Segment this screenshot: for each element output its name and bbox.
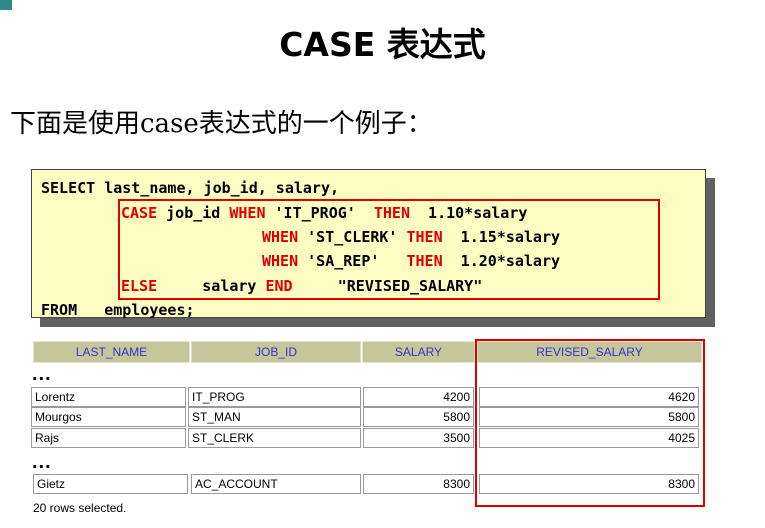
code-line-from: FROM employees; bbox=[41, 300, 195, 320]
header-salary: SALARY bbox=[362, 341, 475, 363]
from-clause: FROM employees; bbox=[41, 301, 195, 319]
slide-subtitle: 下面是使用case表达式的一个例子： bbox=[10, 109, 433, 139]
case-highlight-frame bbox=[118, 199, 660, 300]
header-job-id: JOB_ID bbox=[191, 341, 361, 363]
ellipsis-top: ... bbox=[32, 363, 52, 385]
cell-last-name: Mourgos bbox=[31, 407, 186, 427]
revised-salary-highlight-frame bbox=[475, 339, 705, 507]
code-line-select: SELECT last_name, job_id, salary, bbox=[41, 178, 339, 198]
header-last-name: LAST_NAME bbox=[33, 341, 190, 363]
cell-salary: 8300 bbox=[363, 474, 474, 494]
cell-job-id: AC_ACCOUNT bbox=[191, 474, 361, 494]
cell-last-name: Gietz bbox=[33, 474, 188, 494]
select-clause: SELECT last_name, job_id, salary, bbox=[41, 179, 340, 197]
rows-selected-footer: 20 rows selected. bbox=[33, 501, 127, 515]
cell-salary: 4200 bbox=[363, 387, 474, 407]
cell-salary: 3500 bbox=[363, 428, 474, 448]
cell-job-id: IT_PROG bbox=[188, 387, 361, 407]
cell-last-name: Lorentz bbox=[31, 387, 186, 407]
ellipsis-bottom: ... bbox=[32, 451, 52, 473]
slide-title: CASE 表达式 bbox=[279, 25, 486, 64]
cell-last-name: Rajs bbox=[31, 428, 186, 448]
corner-accent bbox=[0, 0, 12, 10]
cell-job-id: ST_CLERK bbox=[188, 428, 361, 448]
cell-job-id: ST_MAN bbox=[188, 407, 361, 427]
cell-salary: 5800 bbox=[363, 407, 474, 427]
